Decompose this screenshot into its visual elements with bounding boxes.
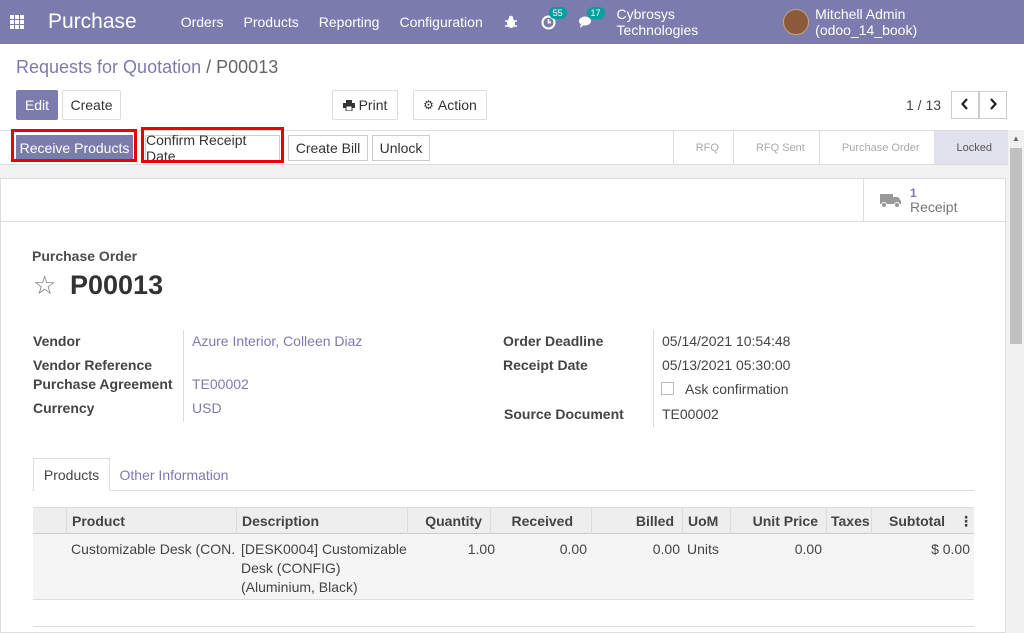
scrollbar-thumb[interactable] — [1010, 148, 1022, 344]
purchase-agreement-label: Purchase Agreement — [33, 376, 173, 392]
top-navbar: Purchase Orders Products Reporting Confi… — [0, 0, 1024, 44]
cell-quantity: 1.00 — [467, 541, 495, 557]
edit-button[interactable]: Edit — [16, 90, 58, 120]
breadcrumb-parent[interactable]: Requests for Quotation — [16, 57, 201, 77]
cell-billed: 0.00 — [652, 541, 680, 557]
receipt-date-field: 05/13/2021 05:30:00 — [662, 357, 791, 373]
menu-orders[interactable]: Orders — [181, 14, 224, 30]
tab-other-information[interactable]: Other Information — [114, 458, 234, 491]
table-footer-line — [33, 626, 974, 627]
action-button[interactable]: ⚙ Action — [413, 90, 487, 120]
tab-products[interactable]: Products — [33, 458, 110, 491]
receipt-date-label: Receipt Date — [503, 357, 588, 373]
cell-unit-price: 0.00 — [794, 541, 822, 557]
column-received[interactable]: Received — [490, 508, 581, 534]
currency-label: Currency — [33, 400, 95, 416]
cell-received: 0.00 — [559, 541, 587, 557]
receipt-count: 1 — [910, 186, 917, 200]
receipt-label: Receipt — [910, 199, 958, 215]
receipt-smart-button[interactable]: 1 Receipt — [863, 179, 1007, 221]
cell-description: [DESK0004] Customizable Desk (CONFIG) (A… — [241, 540, 409, 597]
vendor-reference-label: Vendor Reference — [33, 357, 153, 373]
print-icon — [342, 99, 355, 111]
cell-product: Customizable Desk (CON... — [71, 541, 236, 557]
description-line-3: (Aluminium, Black) — [241, 579, 358, 595]
ask-confirmation-label: Ask confirmation — [685, 381, 789, 397]
stage-locked: Locked — [933, 131, 1008, 164]
description-line-2: Desk (CONFIG) — [241, 560, 341, 576]
app-title[interactable]: Purchase — [48, 10, 137, 34]
stage-rfq: RFQ — [672, 131, 733, 164]
menu-products[interactable]: Products — [244, 14, 299, 30]
column-description[interactable]: Description — [236, 508, 406, 534]
table-header: Product Description Quantity Received Bi… — [33, 507, 974, 534]
action-label: Action — [437, 97, 477, 113]
navbar-right: 55 17 Cybrosys Technologies Mitchell Adm… — [503, 6, 1010, 38]
pager-next-button[interactable] — [979, 91, 1007, 119]
column-uom[interactable]: UoM — [682, 508, 727, 534]
create-button[interactable]: Create — [62, 90, 121, 120]
stage-rfq-sent: RFQ Sent — [732, 131, 819, 164]
cell-uom: Units — [687, 541, 719, 557]
description-line-1: [DESK0004] Customizable — [241, 541, 407, 557]
pager-previous-button[interactable] — [951, 91, 979, 119]
unlock-button[interactable]: Unlock — [372, 135, 430, 161]
document-type-label: Purchase Order — [32, 248, 138, 264]
vendor-field[interactable]: Azure Interior, Colleen Diaz — [192, 333, 362, 349]
status-stages: RFQ RFQ Sent Purchase Order Locked — [672, 131, 1008, 164]
column-taxes[interactable]: Taxes — [826, 508, 871, 534]
column-quantity[interactable]: Quantity — [407, 508, 490, 534]
breadcrumb-current: P00013 — [216, 57, 279, 77]
gear-icon: ⚙ — [423, 98, 434, 112]
star-icon[interactable]: ☆ — [33, 272, 56, 298]
print-button[interactable]: Print — [332, 90, 398, 120]
truck-icon — [880, 192, 902, 208]
menu-configuration[interactable]: Configuration — [399, 14, 482, 30]
purchase-agreement-field[interactable]: TE00002 — [192, 376, 249, 392]
bug-icon[interactable] — [503, 14, 519, 30]
order-deadline-field: 05/14/2021 10:54:48 — [662, 333, 791, 349]
right-group-separator — [653, 330, 654, 428]
breadcrumb: Requests for Quotation / P00013 — [16, 57, 278, 78]
chevron-right-icon — [989, 97, 997, 113]
print-label: Print — [358, 97, 388, 113]
column-billed[interactable]: Billed — [591, 508, 682, 534]
chevron-left-icon — [961, 97, 969, 113]
column-unit-price[interactable]: Unit Price — [730, 508, 826, 534]
confirm-receipt-highlight — [141, 127, 284, 163]
cell-subtotal: $ 0.00 — [931, 541, 970, 557]
messages-icon[interactable]: 17 — [578, 7, 605, 30]
message-count-badge: 17 — [586, 7, 605, 19]
activity-count-badge: 55 — [548, 7, 567, 19]
pager-value[interactable]: 1 / 13 — [906, 97, 941, 113]
ask-confirmation-checkbox[interactable] — [661, 382, 674, 395]
smart-button-divider — [1, 221, 1007, 222]
source-document-field: TE00002 — [662, 406, 719, 422]
table-row[interactable]: Customizable Desk (CON... [DESK0004] Cus… — [33, 534, 974, 600]
column-subtotal[interactable]: Subtotal — [871, 508, 951, 534]
activity-clock-icon[interactable]: 55 — [541, 7, 567, 30]
create-bill-button[interactable]: Create Bill — [288, 135, 368, 161]
scroll-up-arrow-icon[interactable]: ▲ — [1008, 130, 1024, 146]
receive-products-highlight — [11, 129, 137, 162]
user-avatar[interactable] — [783, 9, 810, 35]
document-name: P00013 — [70, 270, 164, 300]
vendor-label: Vendor — [33, 333, 81, 349]
currency-field[interactable]: USD — [192, 400, 222, 416]
breadcrumb-separator: / — [206, 57, 212, 77]
optional-columns-icon[interactable]: ⋮ — [958, 508, 974, 534]
menu-reporting[interactable]: Reporting — [319, 14, 380, 30]
user-menu[interactable]: Mitchell Admin (odoo_14_book) — [815, 6, 1010, 38]
order-deadline-label: Order Deadline — [503, 333, 604, 349]
company-switcher[interactable]: Cybrosys Technologies — [617, 6, 760, 38]
stage-purchase-order: Purchase Order — [818, 131, 934, 164]
apps-menu-icon[interactable] — [10, 15, 24, 29]
main-menu: Orders Products Reporting Configuration — [181, 14, 503, 30]
source-document-label: Source Document — [504, 406, 624, 422]
left-group-separator — [183, 330, 184, 422]
